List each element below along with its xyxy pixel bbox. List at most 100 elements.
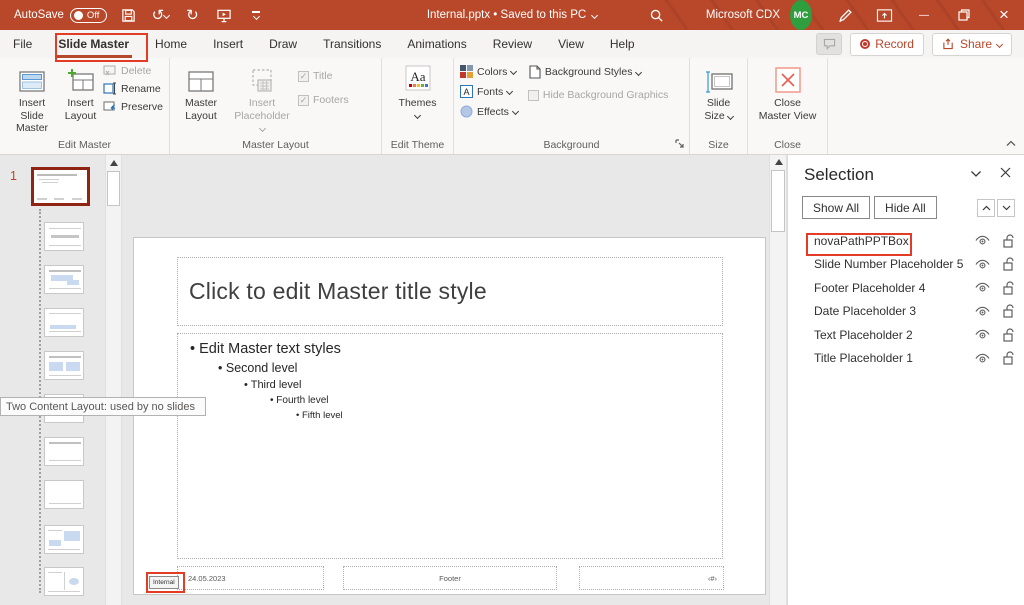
show-all-button[interactable]: Show All — [802, 196, 870, 219]
ribbon-display-options-icon[interactable] — [864, 0, 904, 30]
body-level-1: Edit Master text styles — [190, 341, 722, 357]
pane-options-chevron-icon[interactable] — [970, 167, 982, 181]
collapse-ribbon-icon[interactable] — [1006, 136, 1016, 150]
background-styles-button[interactable]: Background Styles — [528, 65, 668, 79]
start-slideshow-icon[interactable] — [213, 5, 235, 25]
undo-dropdown-icon[interactable] — [163, 11, 170, 18]
account-name[interactable]: Microsoft CDX — [706, 0, 780, 30]
themes-button[interactable]: Aa Themes — [390, 62, 446, 120]
layout-thumbnail[interactable] — [44, 265, 84, 294]
background-dialog-launcher-icon[interactable] — [675, 139, 684, 151]
footer-placeholder[interactable]: Footer — [343, 566, 557, 590]
title-dropdown-icon[interactable] — [591, 11, 598, 18]
autosave-state: Off — [87, 10, 100, 21]
footers-checkbox: ✓ Footers — [298, 94, 349, 106]
canvas-scrollbar-thumb[interactable] — [771, 170, 785, 232]
customize-quick-access-toolbar-icon[interactable] — [245, 5, 267, 25]
preserve-button[interactable]: Preserve — [103, 100, 163, 113]
fonts-button[interactable]: A Fonts — [460, 85, 518, 98]
visibility-eye-icon[interactable] — [975, 306, 990, 317]
rename-button[interactable]: Rename — [103, 82, 163, 95]
unlocked-icon[interactable] — [1003, 257, 1015, 271]
visibility-eye-icon[interactable] — [975, 235, 990, 246]
redo-button[interactable]: ↻ — [181, 5, 203, 25]
layout-thumbnail[interactable] — [44, 480, 84, 509]
tab-insert[interactable]: Insert — [200, 30, 256, 58]
internal-textbox[interactable]: Internal — [149, 576, 179, 589]
body-level-4: Fourth level — [270, 395, 722, 406]
move-down-button[interactable] — [997, 199, 1015, 217]
tab-review[interactable]: Review — [480, 30, 545, 58]
master-layout-button[interactable]: Master Layout — [176, 62, 226, 124]
insert-slide-master-button[interactable]: Insert Slide Master — [6, 62, 58, 137]
restore-button[interactable] — [944, 0, 984, 30]
search-icon[interactable] — [646, 0, 668, 30]
body-level-5: Fifth level — [296, 410, 722, 421]
selection-item-novapathpptbox[interactable]: novaPathPPTBox — [788, 229, 1024, 253]
slide-number-placeholder[interactable]: ‹#› — [579, 566, 724, 590]
colors-button[interactable]: Colors — [460, 65, 518, 78]
date-placeholder[interactable]: 24.05.2023 — [177, 566, 324, 590]
visibility-eye-icon[interactable] — [975, 329, 990, 340]
tab-transitions[interactable]: Transitions — [310, 30, 394, 58]
visibility-eye-icon[interactable] — [975, 353, 990, 364]
background-styles-icon — [528, 65, 541, 79]
thumbnail-scrollbar-thumb[interactable] — [107, 171, 120, 206]
hide-all-button[interactable]: Hide All — [874, 196, 937, 219]
body-level-3: Third level — [244, 379, 722, 391]
unlocked-icon[interactable] — [1003, 234, 1015, 248]
autosave-label: AutoSave — [14, 9, 64, 21]
minimize-button[interactable]: — — [904, 0, 944, 30]
tab-draw[interactable]: Draw — [256, 30, 310, 58]
close-window-button[interactable]: × — [984, 0, 1024, 30]
tab-file[interactable]: File — [0, 30, 45, 58]
ink-pen-icon[interactable] — [826, 0, 864, 30]
undo-button[interactable]: ↺ — [149, 5, 171, 25]
autosave-toggle[interactable]: AutoSave Off — [14, 8, 107, 23]
comments-button[interactable] — [816, 33, 842, 55]
background-styles-dropdown-icon — [635, 68, 642, 75]
unlocked-icon[interactable] — [1003, 281, 1015, 295]
selection-item-date-placeholder[interactable]: Date Placeholder 3 — [788, 300, 1024, 324]
layout-thumbnail[interactable] — [44, 525, 84, 554]
layout-thumbnail[interactable] — [44, 437, 84, 466]
close-pane-icon[interactable] — [1000, 167, 1011, 181]
master-slide-thumbnail[interactable] — [31, 167, 90, 206]
selection-item-slide-number-placeholder[interactable]: Slide Number Placeholder 5 — [788, 253, 1024, 277]
unlocked-icon[interactable] — [1003, 328, 1015, 342]
selection-item-text-placeholder[interactable]: Text Placeholder 2 — [788, 323, 1024, 347]
layout-thumbnail[interactable] — [44, 222, 84, 251]
title-placeholder[interactable]: Click to edit Master title style — [177, 257, 723, 326]
record-button[interactable]: Record — [850, 33, 924, 56]
move-up-button[interactable] — [977, 199, 995, 217]
thumbnail-scrollbar[interactable] — [105, 155, 122, 605]
share-button[interactable]: Share — [932, 33, 1012, 56]
rename-icon — [103, 82, 117, 95]
body-placeholder[interactable]: Edit Master text styles Second level Thi… — [177, 333, 723, 559]
insert-layout-button[interactable]: Insert Layout — [60, 62, 101, 124]
tab-help[interactable]: Help — [597, 30, 648, 58]
close-master-view-button[interactable]: Close Master View — [754, 62, 821, 124]
tab-home[interactable]: Home — [142, 30, 200, 58]
visibility-eye-icon[interactable] — [975, 282, 990, 293]
selection-item-footer-placeholder[interactable]: Footer Placeholder 4 — [788, 276, 1024, 300]
selection-item-title-placeholder[interactable]: Title Placeholder 1 — [788, 347, 1024, 371]
slide-size-button[interactable]: Slide Size — [696, 62, 741, 124]
layout-thumbnail[interactable] — [44, 567, 84, 596]
share-icon — [942, 38, 955, 50]
save-icon[interactable] — [117, 5, 139, 25]
visibility-eye-icon[interactable] — [975, 259, 990, 270]
themes-icon: Aa — [403, 64, 433, 94]
tab-animations[interactable]: Animations — [394, 30, 479, 58]
unlocked-icon[interactable] — [1003, 304, 1015, 318]
unlocked-icon[interactable] — [1003, 351, 1015, 365]
slide-canvas[interactable]: Click to edit Master title style Edit Ma… — [133, 237, 766, 595]
effects-button[interactable]: Effects — [460, 105, 518, 118]
avatar[interactable]: MC — [790, 0, 812, 30]
tab-slide-master[interactable]: Slide Master — [45, 30, 142, 58]
canvas-scrollbar[interactable] — [769, 155, 787, 605]
layout-thumbnail[interactable] — [44, 308, 84, 337]
tab-view[interactable]: View — [545, 30, 597, 58]
record-icon — [860, 39, 870, 49]
layout-thumbnail[interactable] — [44, 351, 84, 380]
